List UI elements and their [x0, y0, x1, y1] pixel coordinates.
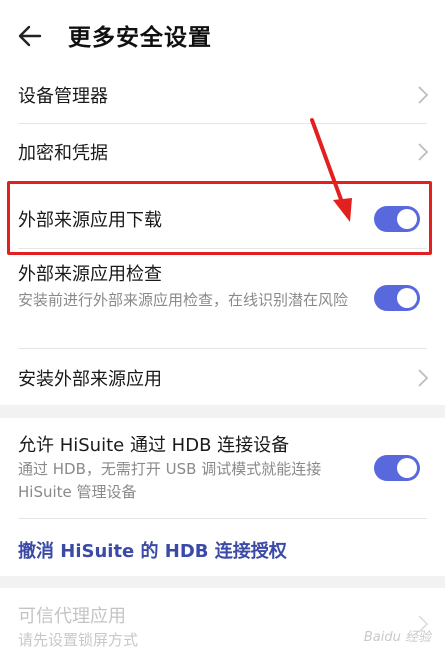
list-item-label: 设备管理器	[18, 86, 108, 107]
list-item-device-admin[interactable]: 设备管理器	[0, 68, 445, 123]
top-bar: 更多安全设置	[0, 0, 445, 68]
hisuite-description: 通过 HDB，无需打开 USB 调试模式就能连接 HiSuite 管理设备	[18, 460, 322, 501]
chevron-right-icon	[418, 86, 429, 104]
toggle-knob	[397, 458, 417, 478]
trusted-agent-description: 请先设置锁屏方式	[18, 631, 139, 649]
trusted-agent-card: 可信代理应用 请先设置锁屏方式	[0, 588, 445, 657]
list-item-label: 安装外部来源应用	[18, 369, 162, 390]
chevron-right-icon	[418, 143, 429, 161]
revoke-hdb-link[interactable]: 撤消 HiSuite 的 HDB 连接授权	[0, 519, 445, 576]
revoke-hdb-link-label: 撤消 HiSuite 的 HDB 连接授权	[18, 541, 287, 562]
list-item-hisuite-hdb: 允许 HiSuite 通过 HDB 连接设备 通过 HDB，无需打开 USB 调…	[0, 418, 445, 518]
hisuite-card: 允许 HiSuite 通过 HDB 连接设备 通过 HDB，无需打开 USB 调…	[0, 418, 445, 576]
list-item-install-external[interactable]: 安装外部来源应用	[0, 349, 445, 405]
chevron-right-icon	[418, 369, 429, 387]
list-item-encryption[interactable]: 加密和凭据	[0, 124, 445, 181]
watermark: Baidu 经验	[363, 630, 431, 645]
list-item-trusted-agents: 可信代理应用 请先设置锁屏方式	[0, 588, 445, 657]
list-item-label: 加密和凭据	[18, 143, 108, 164]
highlight-box	[7, 181, 432, 255]
list-item-label: 外部来源应用检查	[18, 264, 162, 285]
list-item-description: 安装前进行外部来源应用检查，在线识别潜在风险	[18, 291, 349, 309]
arrow-left-icon[interactable]	[14, 20, 46, 52]
trusted-agent-title: 可信代理应用	[18, 606, 126, 627]
external-check-toggle[interactable]	[374, 285, 420, 311]
list-item-external-check: 外部来源应用检查 安装前进行外部来源应用检查，在线识别潜在风险	[0, 249, 445, 347]
page-title: 更多安全设置	[68, 25, 212, 51]
hisuite-hdb-toggle[interactable]	[374, 455, 420, 481]
hisuite-title: 允许 HiSuite 通过 HDB 连接设备	[18, 435, 290, 456]
toggle-knob	[397, 288, 417, 308]
